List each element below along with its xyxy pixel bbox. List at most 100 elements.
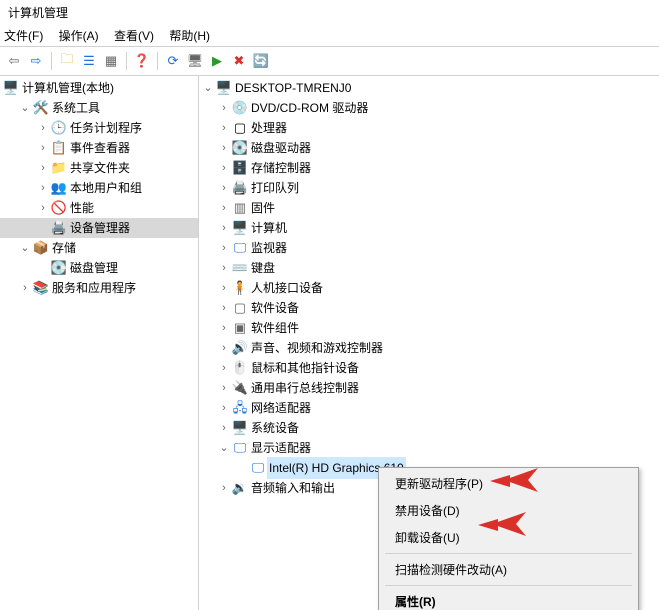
- gpu-icon: 🖵: [249, 458, 267, 478]
- expander-closed-icon[interactable]: ›: [217, 418, 231, 438]
- menu-view[interactable]: 查看(V): [114, 27, 154, 44]
- disable-button[interactable]: ✖: [229, 51, 249, 71]
- system-device-icon: 🖥️: [231, 418, 249, 438]
- expander-closed-icon[interactable]: ›: [36, 198, 50, 218]
- scan-button[interactable]: 🖥: [185, 51, 205, 71]
- eventviewer-icon: 📋: [50, 138, 68, 158]
- expander-closed-icon[interactable]: ›: [217, 298, 231, 318]
- tree-item[interactable]: ›🖨️打印队列: [199, 178, 659, 198]
- tree-label: 磁盘管理: [68, 258, 120, 278]
- software-component-icon: ▣: [231, 318, 249, 338]
- tree-item[interactable]: › 📋 事件查看器: [0, 138, 198, 158]
- tree-root[interactable]: 🖥️ 计算机管理(本地): [0, 78, 198, 98]
- firmware-icon: ▥: [231, 198, 249, 218]
- refresh-button[interactable]: ⟳: [163, 51, 183, 71]
- menu-help[interactable]: 帮助(H): [169, 27, 210, 44]
- menu-file[interactable]: 文件(F): [4, 27, 43, 44]
- tree-item[interactable]: › 👥 本地用户和组: [0, 178, 198, 198]
- expander-closed-icon[interactable]: ›: [18, 278, 32, 298]
- expander-open-icon[interactable]: ⌄: [217, 438, 231, 458]
- tree-item[interactable]: ›▢处理器: [199, 118, 659, 138]
- tree-label: 网络适配器: [249, 398, 313, 418]
- tree-item[interactable]: ›🧍人机接口设备: [199, 278, 659, 298]
- computer-icon: 🖥️: [215, 78, 233, 98]
- toolbar-separator: [157, 52, 158, 70]
- tree-item[interactable]: › 📁 共享文件夹: [0, 158, 198, 178]
- expander-closed-icon[interactable]: ›: [217, 278, 231, 298]
- tree-item[interactable]: ›🖥️系统设备: [199, 418, 659, 438]
- tree-item[interactable]: ›🖵监视器: [199, 238, 659, 258]
- tree-item[interactable]: ⌄ 🖥️ DESKTOP-TMRENJ0: [199, 78, 659, 98]
- scheduler-icon: 🕒: [50, 118, 68, 138]
- tree-item[interactable]: 💽 磁盘管理: [0, 258, 198, 278]
- tree-item[interactable]: › 🕒 任务计划程序: [0, 118, 198, 138]
- expander-closed-icon[interactable]: ›: [217, 238, 231, 258]
- tree-item[interactable]: › 🚫 性能: [0, 198, 198, 218]
- audio-icon: 🔊: [231, 338, 249, 358]
- expander-closed-icon[interactable]: ›: [36, 178, 50, 198]
- tree-item[interactable]: ›⌨️键盘: [199, 258, 659, 278]
- tree-item[interactable]: ›▢软件设备: [199, 298, 659, 318]
- expander-closed-icon[interactable]: ›: [217, 258, 231, 278]
- printer-icon: 🖨️: [231, 178, 249, 198]
- properties-button[interactable]: ▦: [101, 51, 121, 71]
- tree-item[interactable]: › 📚 服务和应用程序: [0, 278, 198, 298]
- expander-closed-icon[interactable]: ›: [217, 98, 231, 118]
- expander-closed-icon[interactable]: ›: [217, 398, 231, 418]
- ctx-properties[interactable]: 属性(R): [381, 588, 636, 610]
- ctx-scan-hardware[interactable]: 扫描检测硬件改动(A): [381, 556, 636, 583]
- tree-item[interactable]: ›💽磁盘驱动器: [199, 138, 659, 158]
- tree-label: DESKTOP-TMRENJ0: [233, 78, 353, 98]
- options-button[interactable]: ☰: [79, 51, 99, 71]
- expander-closed-icon[interactable]: ›: [217, 118, 231, 138]
- expander-closed-icon[interactable]: ›: [217, 158, 231, 178]
- up-button[interactable]: 🗀: [57, 51, 77, 71]
- tree-item[interactable]: ›▣软件组件: [199, 318, 659, 338]
- expander-closed-icon[interactable]: ›: [217, 338, 231, 358]
- expander-closed-icon[interactable]: ›: [217, 198, 231, 218]
- expander-closed-icon[interactable]: ›: [217, 378, 231, 398]
- help-button[interactable]: ❓: [132, 51, 152, 71]
- tree-item[interactable]: ⌄🖵显示适配器: [199, 438, 659, 458]
- menu-action[interactable]: 操作(A): [59, 27, 99, 44]
- tree-item[interactable]: ›🔊声音、视频和游戏控制器: [199, 338, 659, 358]
- expander-open-icon[interactable]: ⌄: [18, 238, 32, 258]
- loop-button[interactable]: 🔄: [251, 51, 271, 71]
- tree-item[interactable]: ⌄ 📦 存储: [0, 238, 198, 258]
- tree-item[interactable]: ›▥固件: [199, 198, 659, 218]
- tree-item[interactable]: ⌄ 🛠️ 系统工具: [0, 98, 198, 118]
- expander-closed-icon[interactable]: ›: [217, 138, 231, 158]
- tree-label: 事件查看器: [68, 138, 132, 158]
- tree-item[interactable]: ›🖥️计算机: [199, 218, 659, 238]
- expander-closed-icon[interactable]: ›: [36, 158, 50, 178]
- tree-item-selected[interactable]: 🖨️ 设备管理器: [0, 218, 198, 238]
- tree-label: 设备管理器: [68, 218, 132, 238]
- window-title: 计算机管理: [0, 0, 659, 25]
- expander-closed-icon[interactable]: ›: [217, 218, 231, 238]
- expander-closed-icon[interactable]: ›: [217, 358, 231, 378]
- back-button[interactable]: ⇦: [4, 51, 24, 71]
- expander-open-icon[interactable]: ⌄: [18, 98, 32, 118]
- tree-label: 显示适配器: [249, 438, 313, 458]
- expander-closed-icon[interactable]: ›: [36, 118, 50, 138]
- expander-closed-icon[interactable]: ›: [217, 478, 231, 498]
- tree-label: 性能: [68, 198, 96, 218]
- tree-label: 计算机: [249, 218, 289, 238]
- enable-button[interactable]: ▶: [207, 51, 227, 71]
- tree-item[interactable]: ›🗄️存储控制器: [199, 158, 659, 178]
- computer-small-icon: 🖥️: [231, 218, 249, 238]
- tree-label: 通用串行总线控制器: [249, 378, 361, 398]
- forward-button[interactable]: ⇨: [26, 51, 46, 71]
- expander-open-icon[interactable]: ⌄: [201, 78, 215, 98]
- expander-closed-icon[interactable]: ›: [217, 318, 231, 338]
- expander-closed-icon[interactable]: ›: [217, 178, 231, 198]
- disk-icon: 💽: [231, 138, 249, 158]
- tree-item[interactable]: ›🔌通用串行总线控制器: [199, 378, 659, 398]
- tree-item[interactable]: ›💿DVD/CD-ROM 驱动器: [199, 98, 659, 118]
- tree-item[interactable]: ›🖧网络适配器: [199, 398, 659, 418]
- expander-closed-icon[interactable]: ›: [36, 138, 50, 158]
- tree-label: 计算机管理(本地): [20, 78, 116, 98]
- tree-item[interactable]: ›🖱️鼠标和其他指针设备: [199, 358, 659, 378]
- tree-label: 键盘: [249, 258, 277, 278]
- tree-label: 服务和应用程序: [50, 278, 138, 298]
